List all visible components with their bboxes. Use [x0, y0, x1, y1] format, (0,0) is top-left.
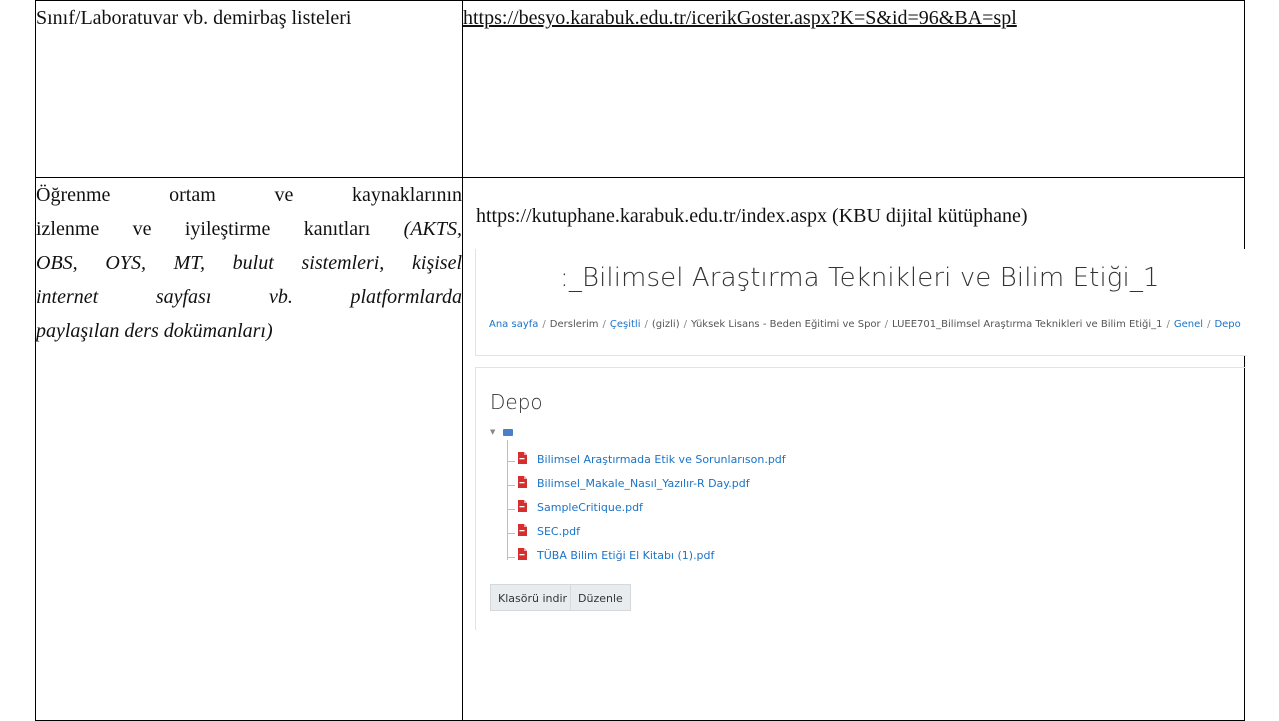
- tree-toggle-icon[interactable]: ▼: [490, 428, 495, 436]
- download-folder-button[interactable]: Klasörü indir: [490, 584, 576, 611]
- file-item[interactable]: TÜBA Bilim Etiği El Kitabı (1).pdf: [507, 544, 907, 564]
- breadcrumb-misc[interactable]: Çeşitli: [610, 319, 641, 330]
- criteria-text: Sınıf/Laboratuvar vb. demirbaş listeleri: [36, 7, 352, 29]
- pdf-file-icon: [518, 452, 527, 464]
- tree-branch: [507, 485, 515, 486]
- cell-evidence-inventory: https://besyo.karabuk.edu.tr/icerikGoste…: [462, 0, 1245, 178]
- folder-icon: [503, 429, 513, 436]
- criteria-line: Öğrenme ortam ve kaynaklarının: [36, 184, 462, 206]
- breadcrumb-course[interactable]: LUEE701_Bilimsel Araştırma Teknikleri ve…: [892, 319, 1162, 330]
- breadcrumb-separator: /: [884, 319, 889, 330]
- breadcrumb-depo[interactable]: Depo: [1214, 319, 1240, 330]
- breadcrumb-separator: /: [644, 319, 648, 330]
- tree-branch: [507, 461, 515, 462]
- breadcrumb-my-courses[interactable]: Derslerim: [550, 319, 599, 330]
- edit-button[interactable]: Düzenle: [570, 584, 631, 611]
- pdf-file-icon: [518, 524, 527, 536]
- file-item[interactable]: SampleCritique.pdf: [507, 496, 907, 516]
- breadcrumb-separator: /: [1166, 319, 1170, 330]
- table-row: Öğrenme ortam ve kaynaklarının izlenme v…: [35, 177, 1246, 721]
- section-title: Depo: [490, 390, 543, 414]
- library-text: https://kutuphane.karabuk.edu.tr/index.a…: [476, 205, 1028, 227]
- file-link[interactable]: TÜBA Bilim Etiği El Kitabı (1).pdf: [537, 549, 714, 562]
- breadcrumb: Ana sayfa / Derslerim / Çeşitli / (gizli) / Yüks…: [489, 319, 1241, 330]
- document-table: Sınıf/Laboratuvar vb. demirbaş listeleri…: [35, 0, 1246, 721]
- criteria-line-italic: (AKTS,: [403, 218, 462, 240]
- pdf-file-icon: [518, 500, 527, 512]
- breadcrumb-home[interactable]: Ana sayfa: [489, 319, 538, 330]
- file-link[interactable]: SampleCritique.pdf: [537, 501, 643, 514]
- criteria-line-text: izlenme ve iyileştirme kanıtları: [36, 218, 404, 240]
- file-link[interactable]: Bilimsel Araştırmada Etik ve Sorunlarıso…: [537, 453, 786, 466]
- pdf-file-icon: [518, 476, 527, 488]
- criteria-line-italic: internet sayfası vb. platformlarda: [36, 286, 462, 308]
- cell-criteria-learning-resources: Öğrenme ortam ve kaynaklarının izlenme v…: [35, 177, 463, 721]
- tree-branch: [507, 557, 515, 558]
- breadcrumb-separator: /: [542, 319, 546, 330]
- file-item[interactable]: Bilimsel_Makale_Nasıl_Yazılır-R Day.pdf: [507, 472, 907, 492]
- folder-panel: Depo ▼ Bilimsel Araştırmada Etik ve Soru…: [475, 367, 1246, 630]
- breadcrumb-separator: /: [683, 319, 687, 330]
- file-link[interactable]: SEC.pdf: [537, 525, 580, 538]
- file-item[interactable]: Bilimsel Araştırmada Etik ve Sorunlarıso…: [507, 448, 907, 468]
- breadcrumb-separator: /: [602, 319, 606, 330]
- breadcrumb-general[interactable]: Genel: [1174, 319, 1203, 330]
- breadcrumb-separator: /: [1207, 319, 1211, 330]
- pdf-file-icon: [518, 548, 527, 560]
- tree-branch: [507, 533, 515, 534]
- tree-branch: [507, 509, 515, 510]
- table-row: Sınıf/Laboratuvar vb. demirbaş listeleri…: [35, 0, 1245, 178]
- file-item[interactable]: SEC.pdf: [507, 520, 907, 540]
- breadcrumb-hidden: (gizli): [651, 319, 680, 330]
- course-header: :_Bilimsel Araştırma Teknikleri ve Bilim…: [475, 249, 1246, 356]
- moodle-screenshot: :_Bilimsel Araştırma Teknikleri ve Bilim…: [475, 249, 1246, 639]
- breadcrumb-program[interactable]: Yüksek Lisans - Beden Eğitimi ve Spor: [691, 319, 881, 330]
- criteria-line-italic: paylaşılan ders dokümanları): [36, 320, 273, 342]
- file-link[interactable]: Bilimsel_Makale_Nasıl_Yazılır-R Day.pdf: [537, 477, 750, 490]
- inventory-link[interactable]: https://besyo.karabuk.edu.tr/icerikGoste…: [463, 7, 1017, 29]
- criteria-line: izlenme ve iyileştirme kanıtları (AKTS,: [36, 212, 462, 246]
- cell-criteria-inventory: Sınıf/Laboratuvar vb. demirbaş listeleri: [35, 0, 463, 178]
- course-title: :_Bilimsel Araştırma Teknikleri ve Bilim…: [560, 263, 1160, 293]
- criteria-line-italic: OBS, OYS, MT, bulut sistemleri, kişisel: [36, 252, 462, 274]
- cell-evidence-learning-resources: https://kutuphane.karabuk.edu.tr/index.a…: [462, 177, 1246, 721]
